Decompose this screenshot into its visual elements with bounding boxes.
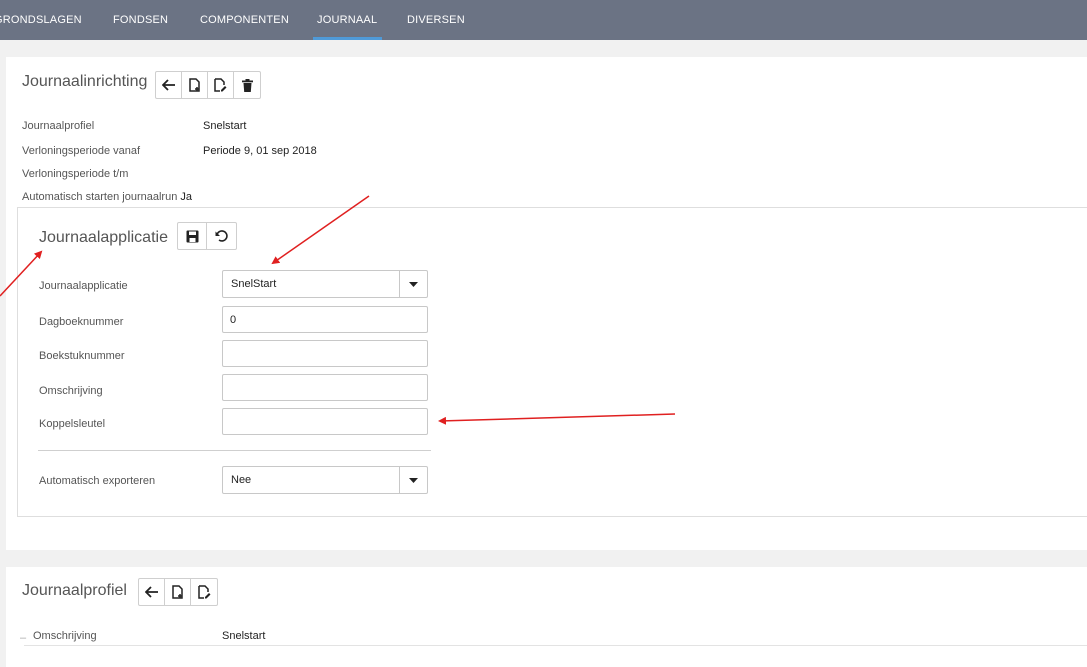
journaalprofiel-label: Journaalprofiel [22,120,95,132]
undo-icon [215,230,228,242]
nav-tab-diversen[interactable]: DIVERSEN [407,0,465,40]
journaalprofiel-toolbar [138,578,218,606]
profiel-omschrijving-value: Snelstart [222,630,266,642]
journaalapplicatie-panel [17,207,1087,517]
journaalapplicatie-dropdown-button[interactable] [399,271,427,297]
new-document-icon [171,585,183,599]
journaalapplicatie-title: Journaalapplicatie [39,229,168,246]
koppelsleutel-label: Koppelsleutel [39,418,106,430]
automatisch-starten-value: Ja [180,191,192,203]
periode-tm-label: Verloningsperiode t/m [22,168,129,180]
omschrijving-label: Omschrijving [39,385,103,397]
delete-button[interactable] [234,72,260,98]
caret-down-icon [409,281,418,287]
periode-vanaf-value: Periode 9, 01 sep 2018 [203,145,317,157]
boekstuknummer-input[interactable] [222,340,428,367]
journaalinrichting-title: Journaalinrichting [22,73,148,90]
journaalapplicatie-toolbar [177,222,237,250]
collapse-dash-icon[interactable]: – [20,632,26,644]
dagboeknummer-label: Dagboeknummer [39,316,124,328]
omschrijving-input[interactable] [222,374,428,401]
save-button[interactable] [178,223,207,249]
koppelsleutel-input[interactable] [222,408,428,435]
journaalprofiel-title: Journaalprofiel [22,582,127,599]
nav-tab-fondsen[interactable]: FONDSEN [113,0,168,40]
edit-button[interactable] [208,72,234,98]
back-arrow-icon [161,79,175,91]
periode-vanaf-label: Verloningsperiode vanaf [22,145,141,157]
trash-icon [241,78,253,92]
profiel-new-button[interactable] [165,579,191,605]
automatisch-exporteren-select[interactable]: Nee [222,466,428,494]
edit-document-icon [197,585,210,599]
journaalapplicatie-select[interactable]: SnelStart [222,270,428,298]
nav-tab-grondslagen[interactable]: GRONDSLAGEN [0,0,82,40]
new-document-icon [188,78,200,92]
nav-tab-componenten[interactable]: COMPONENTEN [200,0,289,40]
back-arrow-icon [144,586,158,598]
automatisch-exporteren-select-value: Nee [231,474,252,486]
journaalapplicatie-label: Journaalapplicatie [39,280,128,292]
top-navigation: GRONDSLAGEN FONDSEN COMPONENTEN JOURNAAL… [0,0,1087,40]
profiel-omschrijving-label: Omschrijving [33,630,97,642]
caret-down-icon [409,477,418,483]
journaalinrichting-toolbar [155,71,261,99]
automatisch-exporteren-dropdown-button[interactable] [399,467,427,493]
journaalapplicatie-select-value: SnelStart [231,278,277,290]
journaalprofiel-value: Snelstart [203,120,247,132]
undo-button[interactable] [207,223,236,249]
automatisch-starten-label: Automatisch starten journaalrun Ja [22,191,192,203]
nav-tab-journaal[interactable]: JOURNAAL [312,0,383,40]
profiel-back-button[interactable] [139,579,165,605]
edit-document-icon [214,78,227,92]
boekstuknummer-label: Boekstuknummer [39,350,125,362]
back-button[interactable] [156,72,182,98]
dagboeknummer-input[interactable] [222,306,428,333]
form-divider [38,450,431,451]
new-button[interactable] [182,72,208,98]
save-icon [186,230,198,242]
automatisch-exporteren-label: Automatisch exporteren [39,475,156,487]
profiel-edit-button[interactable] [191,579,217,605]
row-divider [24,645,1087,646]
